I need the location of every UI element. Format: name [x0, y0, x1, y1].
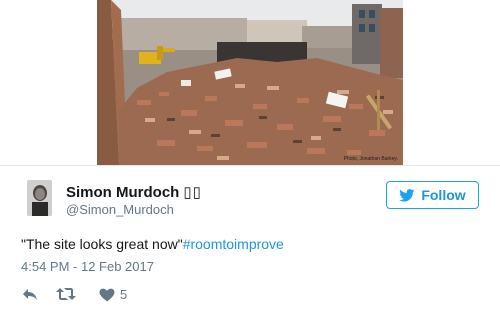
- tweet-text: "The site looks great now"#roomtoimprove: [21, 236, 284, 252]
- follow-button-label: Follow: [421, 187, 466, 203]
- tweet-body: "The site looks great now": [21, 236, 183, 252]
- like-count: 5: [120, 287, 128, 302]
- reply-icon: [22, 287, 38, 301]
- tweet-photo[interactable]: Photo, Jonathan Barkey.: [97, 0, 403, 165]
- hashtag-link[interactable]: #roomtoimprove: [183, 236, 284, 252]
- avatar[interactable]: [27, 180, 52, 216]
- name-emoji: ▯▯: [183, 184, 202, 201]
- avatar-image: [27, 180, 52, 216]
- reply-button[interactable]: [22, 287, 38, 301]
- media-divider: [0, 165, 500, 166]
- follow-button[interactable]: Follow: [386, 181, 479, 209]
- retweet-button[interactable]: [56, 287, 76, 301]
- rubble-photo-image: [97, 0, 403, 165]
- retweet-icon: [56, 287, 76, 301]
- heart-icon: [99, 288, 115, 302]
- display-name: Simon Murdoch: [66, 184, 180, 201]
- twitter-bird-icon: [399, 188, 415, 202]
- author-name[interactable]: Simon Murdoch ▯▯: [66, 183, 202, 201]
- photo-credit: Photo, Jonathan Barkey.: [343, 156, 398, 162]
- tweet-timestamp[interactable]: 4:54 PM - 12 Feb 2017: [21, 259, 154, 274]
- like-button[interactable]: 5: [99, 287, 127, 302]
- author-handle[interactable]: @Simon_Murdoch: [66, 202, 174, 217]
